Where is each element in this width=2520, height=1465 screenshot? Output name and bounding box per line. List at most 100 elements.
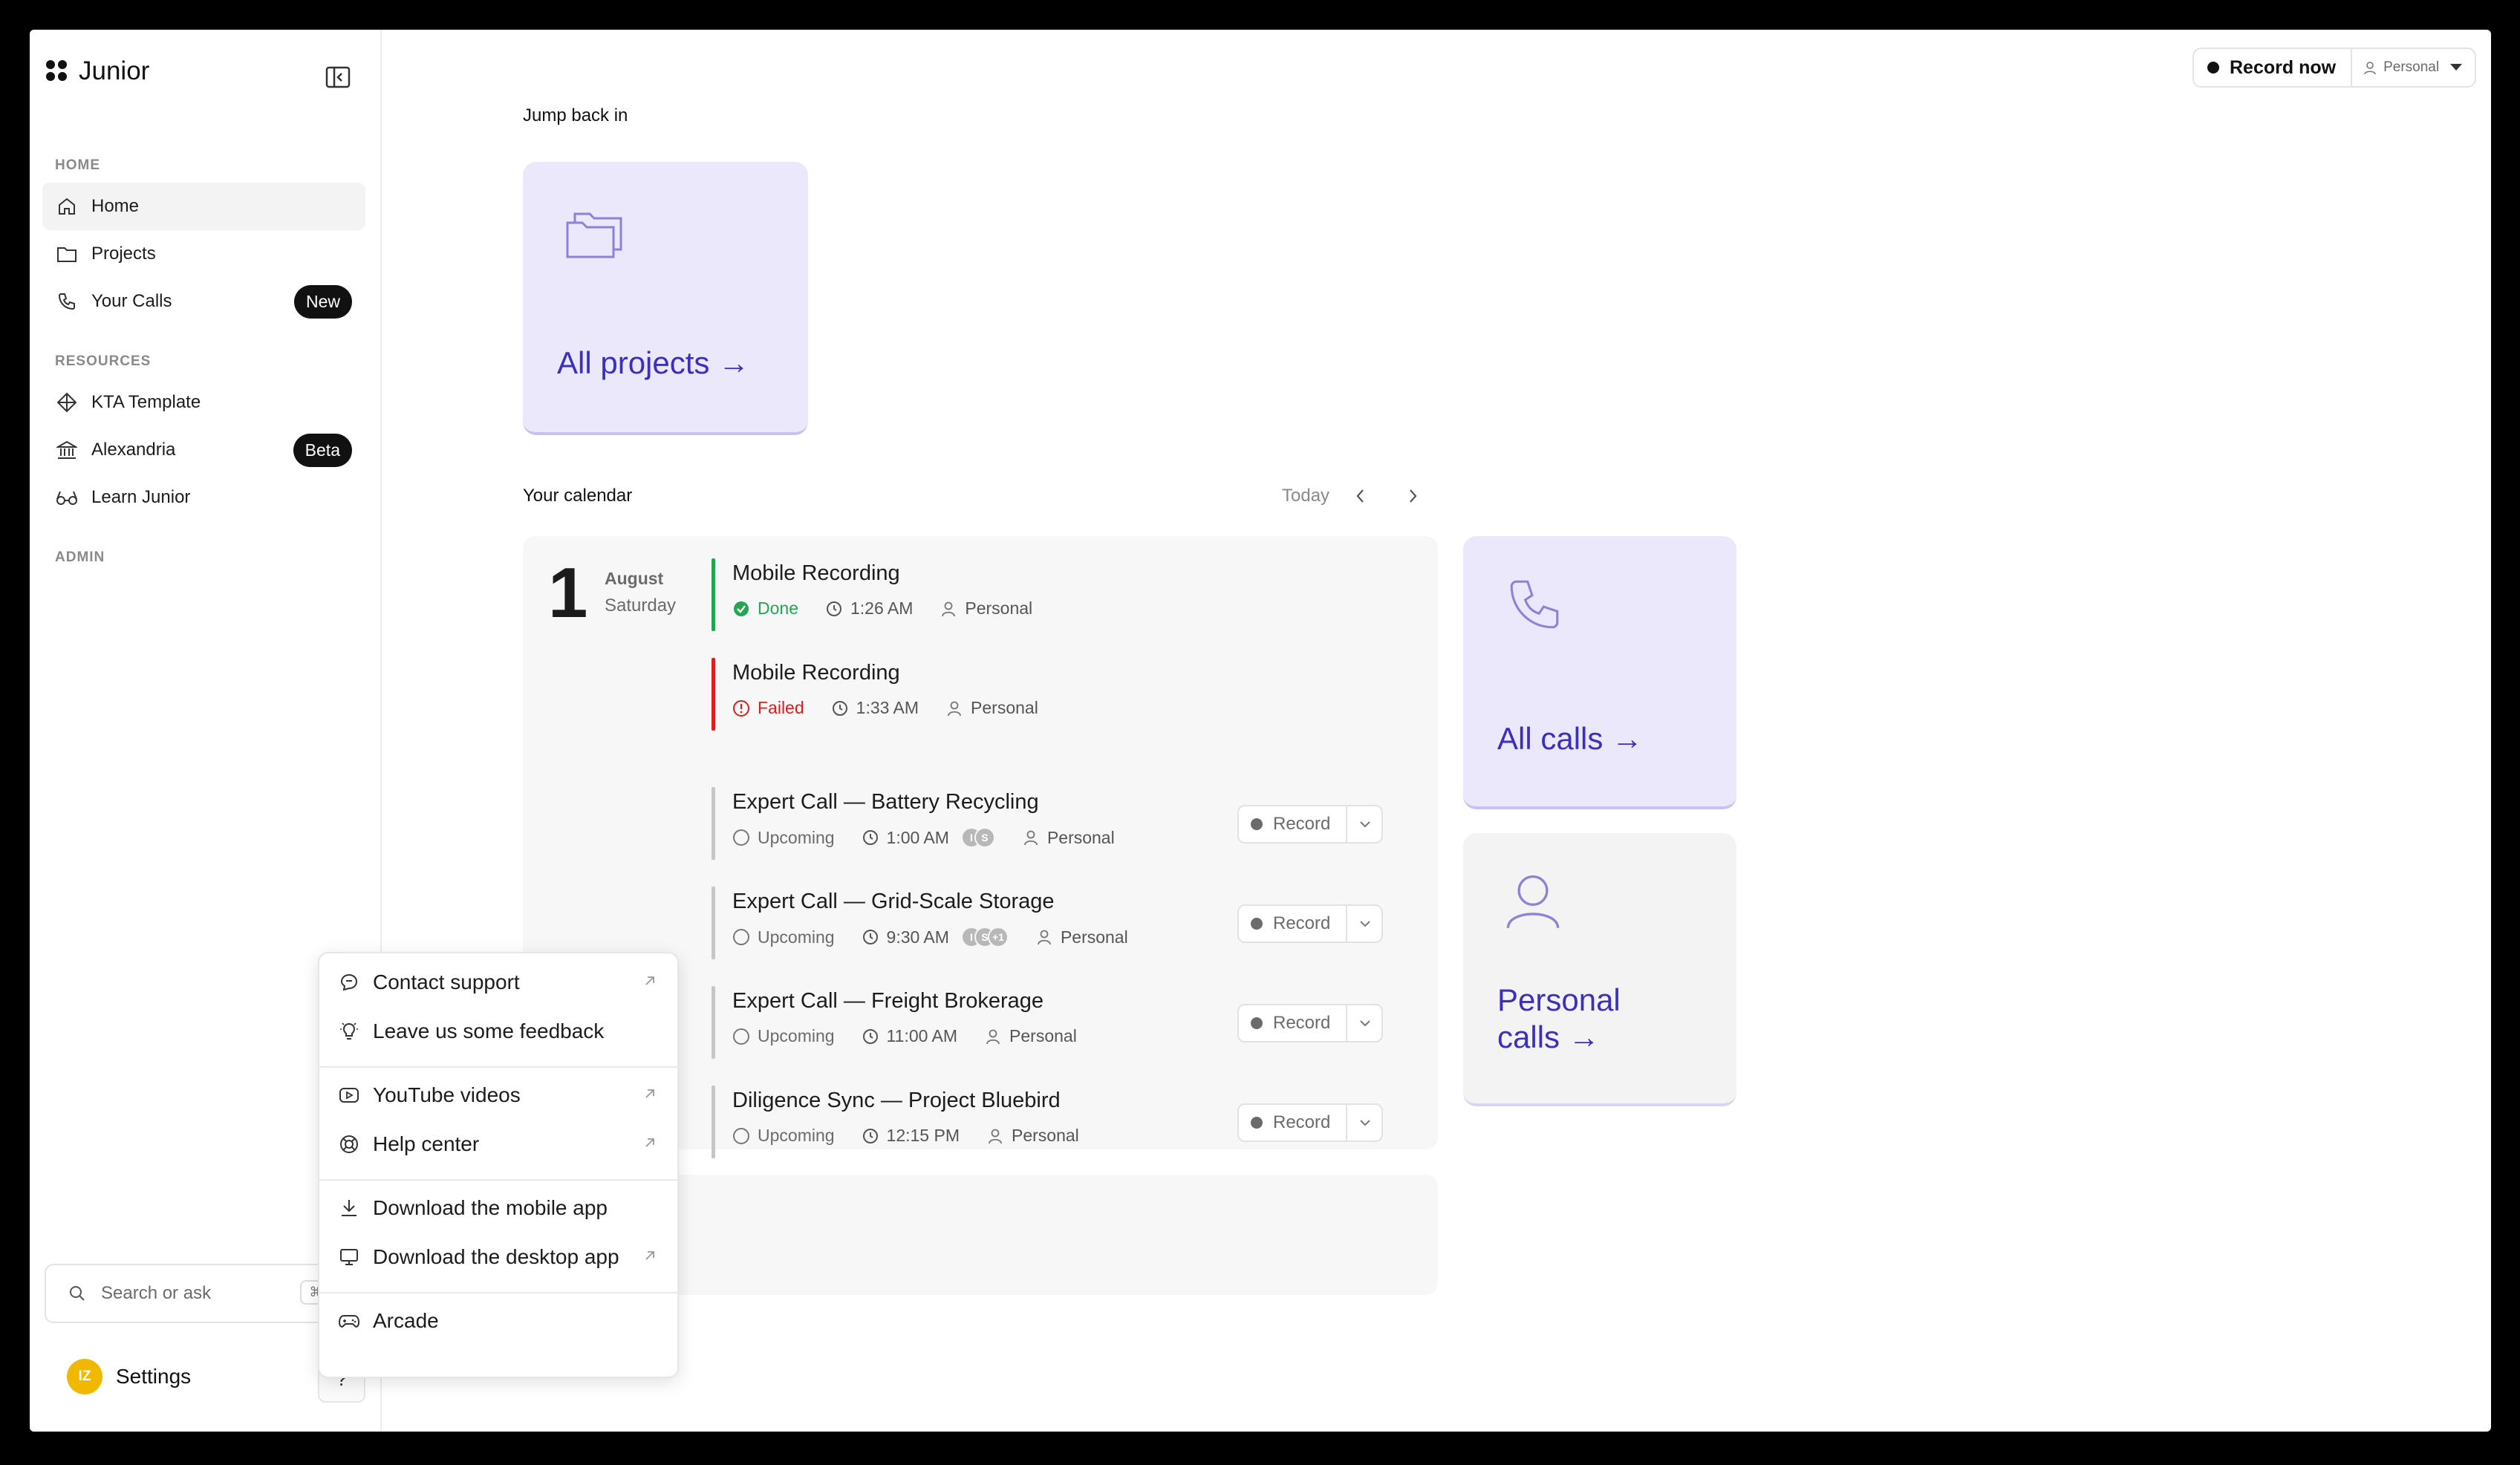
person-icon (1022, 829, 1040, 846)
event-owner: Personal (971, 698, 1038, 717)
day-number: 1 (548, 553, 588, 633)
avatar: S (974, 827, 995, 848)
library-icon (56, 439, 78, 461)
event-time: 1:33 AM (856, 698, 919, 717)
sidebar-item-learn-junior[interactable]: Learn Junior (42, 474, 365, 521)
workspace-select[interactable]: Personal (2383, 59, 2439, 76)
search-input[interactable]: Search or ask ⌘ + (45, 1264, 343, 1323)
event-status-bar (712, 658, 715, 731)
circle-icon (732, 1028, 750, 1045)
event-owner: Personal (1060, 927, 1128, 947)
event-status: Failed (758, 698, 804, 717)
chevron-right-icon[interactable] (1405, 487, 1420, 505)
menu-item-contact-support[interactable]: Contact support (319, 959, 677, 1005)
personal-calls-link-arrow: calls → (1497, 1019, 1600, 1054)
chevron-left-icon[interactable] (1353, 487, 1368, 505)
event-owner: Personal (1046, 827, 1115, 847)
sidebar-item-label: Alexandria (91, 440, 176, 460)
settings-button[interactable]: IZ Settings (67, 1359, 191, 1394)
event-status: Done (758, 598, 798, 618)
record-label: Record (1273, 1112, 1331, 1132)
event-status-bar (712, 1086, 715, 1158)
phone-icon (1510, 580, 1559, 629)
brand[interactable]: Junior (46, 56, 149, 86)
check-circle-icon (732, 600, 750, 618)
calendar-event[interactable]: Expert Call — Freight Brokerage Upcoming… (712, 986, 1417, 1059)
alert-circle-icon (732, 699, 750, 717)
calendar-event[interactable]: Mobile Recording Done 1:26 AM Personal (712, 558, 1417, 631)
all-calls-card[interactable]: All calls → (1463, 536, 1736, 809)
glasses-icon (56, 486, 78, 509)
calendar-event[interactable]: Expert Call — Grid-Scale Storage Upcomin… (712, 887, 1417, 959)
sidebar-item-kta-template[interactable]: KTA Template (42, 379, 365, 426)
event-title: Diligence Sync — Project Bluebird (732, 1089, 1061, 1112)
record-now-label: Record now (2230, 56, 2337, 78)
phone-icon (56, 290, 78, 313)
external-link-icon (645, 1089, 654, 1098)
record-now-button[interactable]: Record now Personal (2192, 48, 2476, 88)
event-meta: Failed 1:33 AM Personal (732, 698, 1038, 718)
personal-calls-card[interactable]: Personal calls → (1463, 833, 1736, 1106)
all-projects-link: All projects → (557, 345, 750, 380)
circle-icon (732, 928, 750, 946)
menu-divider (319, 1292, 677, 1293)
record-label: Record (1273, 814, 1331, 834)
record-button[interactable]: Record (1237, 904, 1383, 943)
brand-name: Junior (79, 56, 150, 85)
all-projects-card[interactable]: All projects → (523, 162, 808, 435)
calendar-event[interactable]: Expert Call — Battery Recycling Upcoming… (712, 787, 1417, 860)
menu-item-download-desktop[interactable]: Download the desktop app (319, 1234, 677, 1280)
menu-item-label: YouTube videos (373, 1083, 521, 1106)
day-month: August (605, 569, 664, 588)
sidebar-item-alexandria[interactable]: Alexandria Beta (42, 426, 365, 474)
divider (1346, 906, 1347, 942)
clock-icon (831, 699, 849, 717)
record-dot-icon (1251, 1117, 1263, 1129)
sidebar-item-your-calls[interactable]: Your Calls New (42, 278, 365, 325)
chevron-down-icon[interactable] (1356, 1114, 1374, 1132)
event-title: Expert Call — Grid-Scale Storage (732, 890, 1055, 913)
section-label-home: HOME (55, 157, 100, 173)
home-icon (56, 195, 78, 218)
help-menu: Contact support Leave us some feedback Y… (318, 952, 679, 1378)
record-button[interactable]: Record (1237, 1103, 1383, 1142)
record-button[interactable]: Record (1237, 805, 1383, 844)
record-dot-icon (1251, 918, 1263, 930)
event-title: Expert Call — Battery Recycling (732, 790, 1039, 814)
event-time: 12:15 PM (886, 1126, 960, 1145)
chevron-down-icon[interactable] (1356, 815, 1374, 833)
avatar: IZ (67, 1359, 102, 1394)
divider (1346, 1005, 1347, 1041)
circle-icon (732, 829, 750, 846)
sidebar-item-home[interactable]: Home (42, 183, 365, 230)
menu-item-youtube[interactable]: YouTube videos (319, 1072, 677, 1118)
record-label: Record (1273, 1013, 1331, 1033)
calendar-event[interactable]: Diligence Sync — Project Bluebird Upcomi… (712, 1086, 1417, 1158)
menu-item-arcade[interactable]: Arcade (319, 1298, 677, 1344)
collapse-sidebar-icon[interactable] (325, 65, 351, 89)
event-time: 1:00 AM (886, 827, 949, 847)
menu-item-help-center[interactable]: Help center (319, 1121, 677, 1167)
event-owner: Personal (1012, 1126, 1079, 1145)
chevron-down-icon[interactable] (1356, 1014, 1374, 1032)
record-button[interactable]: Record (1237, 1004, 1383, 1043)
monitor-icon (337, 1245, 361, 1269)
caret-down-icon[interactable] (2449, 63, 2463, 72)
calendar-event[interactable]: Mobile Recording Failed 1:33 AM Personal (712, 658, 1417, 731)
menu-item-feedback[interactable]: Leave us some feedback (319, 1008, 677, 1054)
sidebar-item-projects[interactable]: Projects (42, 230, 365, 278)
today-button[interactable]: Today (1282, 486, 1329, 506)
menu-item-label: Help center (373, 1132, 480, 1155)
event-status: Upcoming (758, 827, 835, 847)
menu-item-label: Contact support (373, 970, 520, 993)
chevron-down-icon[interactable] (1356, 915, 1374, 933)
day-weekday: Saturday (605, 596, 677, 616)
record-dot-icon (2207, 62, 2219, 74)
menu-item-label: Download the mobile app (373, 1196, 608, 1219)
clock-icon (862, 928, 879, 946)
attendee-avatars[interactable]: I S (960, 827, 995, 848)
calendar-heading: Your calendar (523, 486, 633, 506)
menu-item-download-mobile[interactable]: Download the mobile app (319, 1185, 677, 1231)
person-icon (1035, 928, 1053, 946)
attendee-avatars[interactable]: I S +1 (960, 927, 1009, 947)
